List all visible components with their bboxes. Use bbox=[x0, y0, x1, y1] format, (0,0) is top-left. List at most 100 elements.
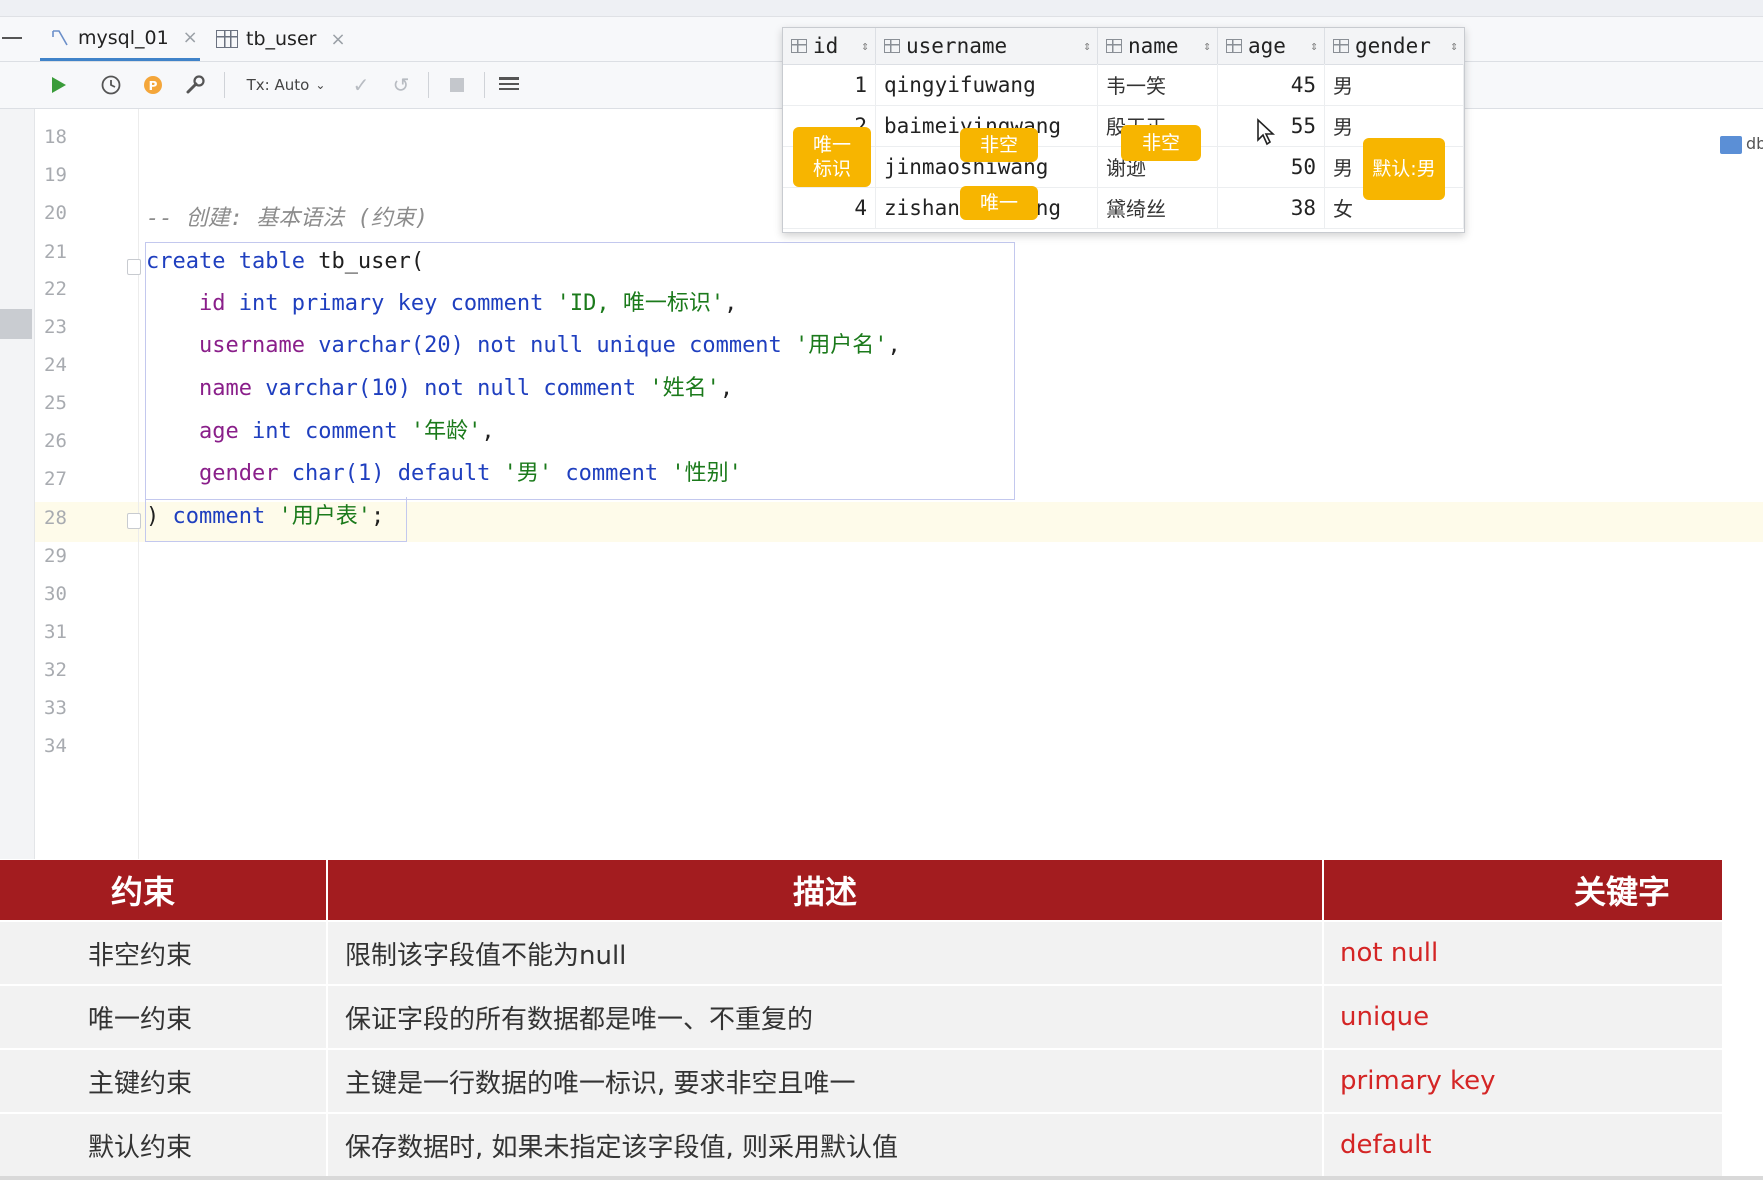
stop-icon[interactable] bbox=[444, 72, 470, 98]
fold-close-icon[interactable] bbox=[127, 513, 141, 529]
line-number: 29 bbox=[44, 545, 67, 567]
column-header-name[interactable]: name ⇕ bbox=[1098, 28, 1218, 64]
transaction-mode-dropdown[interactable]: Tx: Auto ⌄ bbox=[240, 72, 332, 98]
result-cell-name[interactable]: 黛绮丝 bbox=[1098, 187, 1218, 228]
line-number: 34 bbox=[44, 735, 67, 757]
string-literal: '姓名' bbox=[649, 376, 720, 401]
row-divider bbox=[326, 1050, 328, 1112]
column-icon bbox=[1333, 39, 1349, 53]
sort-icon[interactable]: ⇕ bbox=[1450, 39, 1458, 54]
table-icon bbox=[216, 30, 238, 48]
tab-mysql-01[interactable]: mysql_01 × bbox=[40, 17, 200, 61]
side-panel-strip bbox=[0, 109, 35, 859]
line-number: 27 bbox=[44, 468, 67, 490]
column-icon bbox=[884, 39, 900, 53]
string-literal: '用户名' bbox=[795, 333, 888, 358]
constraint-keyword: not null bbox=[1340, 938, 1439, 968]
constraint-keyword: primary key bbox=[1340, 1066, 1496, 1096]
constraint-description: 主键是一行数据的唯一标识, 要求非空且唯一 bbox=[345, 1068, 856, 1099]
line-number: 24 bbox=[44, 354, 67, 376]
punct: ; bbox=[370, 504, 385, 529]
database-icon[interactable] bbox=[1720, 136, 1742, 154]
keyword: ) not null comment bbox=[397, 376, 650, 401]
result-cell-gender[interactable]: 男 bbox=[1325, 64, 1464, 105]
constraints-table-row: 主键约束 主键是一行数据的唯一标识, 要求非空且唯一 primary key bbox=[0, 1050, 1722, 1114]
column-header-username[interactable]: username ⇕ bbox=[876, 28, 1098, 64]
punct: , bbox=[481, 419, 495, 444]
result-cell-name[interactable]: 韦一笑 bbox=[1098, 64, 1218, 105]
minimize-icon[interactable] bbox=[2, 37, 22, 39]
result-cell-age[interactable]: 45 bbox=[1218, 64, 1325, 105]
result-cell-id[interactable]: 1 bbox=[783, 64, 876, 105]
annotation-unique: 唯一 bbox=[960, 186, 1038, 220]
code-line-22[interactable]: id int primary key comment 'ID, 唯一标识', bbox=[146, 290, 737, 318]
punct: ) bbox=[146, 504, 160, 529]
string-literal: '性别' bbox=[671, 461, 742, 486]
string-literal: '用户表' bbox=[278, 504, 371, 529]
tab-label: mysql_01 bbox=[78, 26, 169, 49]
rollback-icon[interactable]: ↺ bbox=[388, 72, 414, 98]
keyword: comment bbox=[159, 504, 279, 529]
history-icon[interactable] bbox=[98, 72, 124, 98]
constraints-table-row: 非空约束 限制该字段值不能为null not null bbox=[0, 922, 1722, 986]
commit-check-icon[interactable]: ✓ bbox=[348, 72, 374, 98]
column-name: username bbox=[198, 333, 305, 358]
close-tab-icon[interactable]: × bbox=[183, 27, 198, 48]
close-tab-icon[interactable]: × bbox=[330, 29, 345, 50]
settings-wrench-icon[interactable] bbox=[182, 72, 208, 98]
code-line-25[interactable]: age int comment '年龄', bbox=[146, 418, 495, 446]
line-number: 18 bbox=[44, 126, 67, 148]
output-layout-icon[interactable] bbox=[496, 72, 522, 98]
result-row[interactable]: 4zishanlongwang黛绮丝38女 bbox=[783, 187, 1464, 229]
keyword: varchar( bbox=[251, 376, 372, 401]
sort-icon[interactable]: ⇕ bbox=[1310, 39, 1318, 54]
code-line-23[interactable]: username varchar(20) not null unique com… bbox=[146, 332, 901, 360]
keyword: int primary key comment bbox=[225, 291, 557, 316]
keyword: ) not null unique comment bbox=[450, 333, 796, 358]
keyword: char( bbox=[278, 461, 358, 486]
code-line-27[interactable]: ) comment '用户表'; bbox=[146, 503, 384, 531]
line-number: 33 bbox=[44, 697, 67, 719]
execute-icon[interactable] bbox=[46, 72, 72, 98]
column-header-age[interactable]: age ⇕ bbox=[1218, 28, 1325, 64]
mouse-pointer-icon bbox=[1256, 118, 1276, 150]
sort-icon[interactable]: ⇕ bbox=[1083, 39, 1091, 54]
constraint-name: 唯一约束 bbox=[88, 1004, 193, 1035]
column-header-label: username bbox=[906, 34, 1008, 58]
tab-label: tb_user bbox=[246, 28, 317, 50]
constraints-table-row: 默认约束 保存数据时, 如果未指定该字段值, 则采用默认值 default bbox=[0, 1114, 1722, 1178]
code-line-26[interactable]: gender char(1) default '男' comment '性别' bbox=[146, 460, 742, 488]
row-divider bbox=[1322, 986, 1324, 1048]
result-cell-age[interactable]: 38 bbox=[1218, 187, 1325, 228]
line-number: 20 bbox=[44, 202, 67, 224]
column-name: age bbox=[198, 419, 239, 444]
sort-icon[interactable]: ⇕ bbox=[861, 39, 869, 54]
sql-console-icon bbox=[50, 28, 70, 48]
tab-tb-user[interactable]: tb_user × bbox=[216, 17, 346, 61]
keyword: int comment bbox=[238, 419, 411, 444]
code-line-21[interactable]: create table tb_user( bbox=[146, 248, 424, 276]
side-panel-marker[interactable] bbox=[0, 309, 32, 339]
code-line-24[interactable]: name varchar(10) not null comment '姓名', bbox=[146, 375, 733, 403]
punct: , bbox=[719, 376, 734, 401]
column-header-gender[interactable]: gender ⇕ bbox=[1325, 28, 1464, 64]
profile-icon[interactable]: P bbox=[140, 72, 166, 98]
result-cell-age[interactable]: 50 bbox=[1218, 146, 1325, 187]
line-number: 31 bbox=[44, 621, 67, 643]
punct: , bbox=[887, 333, 901, 358]
keyword: ) default bbox=[371, 461, 504, 486]
window-top-strip bbox=[0, 0, 1763, 17]
result-cell-id[interactable]: 4 bbox=[783, 187, 876, 228]
result-row[interactable]: 1 qingyifuwang 韦一笑 45 男 bbox=[783, 64, 1464, 106]
fold-open-icon[interactable] bbox=[127, 259, 141, 275]
header-description: 描述 bbox=[792, 873, 857, 911]
constraints-table: 约束 描述 关键字 非空约束 限制该字段值不能为null not null 唯一约束保… bbox=[0, 860, 1722, 1180]
constraints-table-header: 约束 描述 关键字 bbox=[0, 860, 1722, 920]
result-cell-username[interactable]: qingyifuwang bbox=[876, 64, 1098, 105]
sort-icon[interactable]: ⇕ bbox=[1203, 39, 1211, 54]
constraint-keyword: unique bbox=[1340, 1002, 1430, 1032]
column-header-id[interactable]: id ⇕ bbox=[783, 28, 876, 64]
constraint-name: 主键约束 bbox=[88, 1068, 193, 1099]
